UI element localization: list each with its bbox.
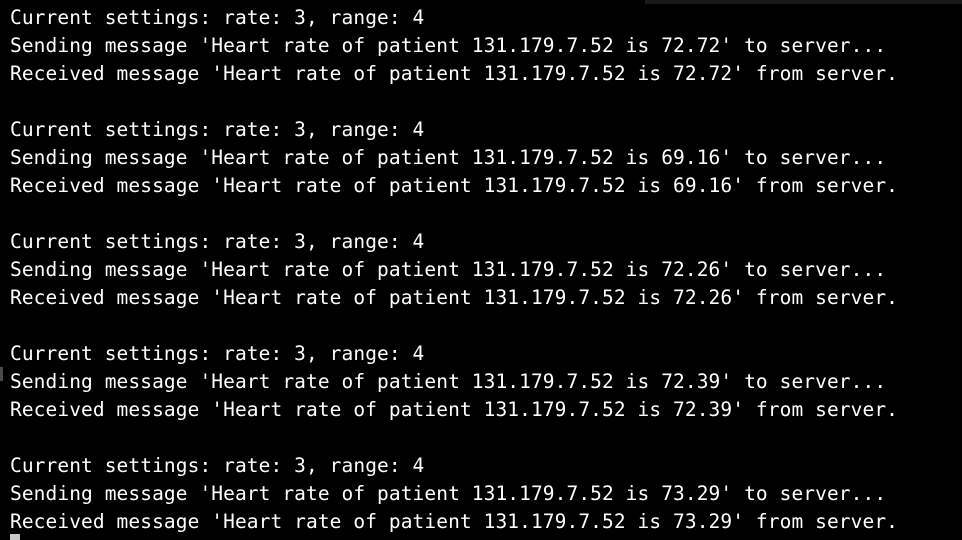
sending-line: Sending message 'Heart rate of patient 1… [10,34,887,57]
scroll-marker [0,367,3,381]
settings-line: Current settings: rate: 3, range: 4 [10,6,425,29]
sending-line: Sending message 'Heart rate of patient 1… [10,258,887,281]
log-block: Current settings: rate: 3, range: 4 Send… [10,116,962,200]
received-line: Received message 'Heart rate of patient … [10,286,898,309]
settings-line: Current settings: rate: 3, range: 4 [10,118,425,141]
settings-line: Current settings: rate: 3, range: 4 [10,454,425,477]
received-line: Received message 'Heart rate of patient … [10,62,898,85]
title-bar-strip [645,0,962,4]
sending-line: Sending message 'Heart rate of patient 1… [10,482,887,505]
terminal-window[interactable]: Current settings: rate: 3, range: 4 Send… [0,0,962,540]
log-block: Current settings: rate: 3, range: 4 Send… [10,340,962,424]
settings-line: Current settings: rate: 3, range: 4 [10,230,425,253]
log-block: Current settings: rate: 3, range: 4 Send… [10,228,962,312]
sending-line: Sending message 'Heart rate of patient 1… [10,370,887,393]
sending-line: Sending message 'Heart rate of patient 1… [10,146,887,169]
text-cursor [10,534,20,540]
settings-line: Current settings: rate: 3, range: 4 [10,342,425,365]
received-line: Received message 'Heart rate of patient … [10,174,898,197]
log-block: Current settings: rate: 3, range: 4 Send… [10,452,962,536]
received-line: Received message 'Heart rate of patient … [10,510,898,533]
log-block: Current settings: rate: 3, range: 4 Send… [10,4,962,88]
received-line: Received message 'Heart rate of patient … [10,398,898,421]
